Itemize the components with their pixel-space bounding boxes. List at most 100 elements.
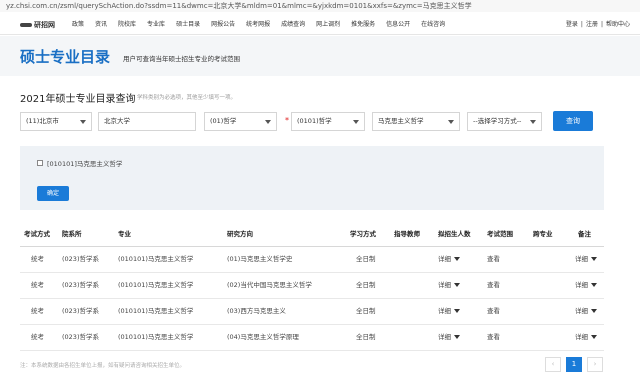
next-page-button[interactable]: › [587, 357, 603, 372]
remarks-detail-dropdown[interactable]: 详细 [575, 325, 597, 350]
caret-down-icon [454, 309, 460, 313]
enrollment-detail-dropdown[interactable]: 详细 [438, 299, 460, 324]
results-table: 考试方式 院系所 专业 研究方向 学习方式 指导教师 拟招生人数 考试范围 跨专… [20, 222, 604, 351]
required-mark: * [285, 116, 289, 125]
cell-major: (010101)马克思主义哲学 [118, 307, 194, 315]
enrollment-detail-label: 详细 [438, 333, 451, 341]
table-row: 统考 (023)哲学系 (010101)马克思主义哲学 (02)当代中国马克思主… [20, 273, 604, 299]
header-department: 院系所 [62, 230, 82, 238]
header-study-mode: 学习方式 [350, 230, 376, 238]
cell-research-direction: (04)马克思主义哲学原理 [227, 333, 299, 341]
cell-department: (023)哲学系 [62, 307, 99, 315]
remarks-detail-label: 详细 [575, 281, 588, 289]
caret-down-icon [591, 309, 597, 313]
major-checkbox-label[interactable]: [010101]马克思主义哲学 [47, 158, 122, 168]
user-links: 登录 | 注册 | 帮助中心 [563, 15, 630, 35]
nav-item-school-library[interactable]: 院校库 [118, 15, 136, 35]
top-navigation: 研招网 政策 资讯 院校库 专业库 硕士目录 网报公告 统考网报 成绩查询 网上… [0, 15, 640, 35]
page-1-button[interactable]: 1 [566, 357, 582, 372]
cell-research-direction: (03)西方马克思主义 [227, 307, 286, 315]
table-row: 统考 (023)哲学系 (010101)马克思主义哲学 (04)马克思主义哲学原… [20, 325, 604, 351]
remarks-detail-dropdown[interactable]: 详细 [575, 247, 597, 272]
exam-scope-view-link[interactable]: 查看 [487, 247, 500, 272]
enrollment-detail-label: 详细 [438, 281, 451, 289]
separator: | [600, 21, 603, 28]
exam-scope-view-link[interactable]: 查看 [487, 325, 500, 350]
enrollment-detail-dropdown[interactable]: 详细 [438, 247, 460, 272]
register-link[interactable]: 注册 [586, 15, 598, 35]
header-remarks: 备注 [578, 230, 591, 238]
cell-major: (010101)马克思主义哲学 [118, 255, 194, 263]
header-major: 专业 [118, 230, 131, 238]
caret-down-icon [591, 335, 597, 339]
category-select[interactable]: (01)哲学 [204, 112, 277, 131]
caret-down-icon [454, 335, 460, 339]
separator: | [580, 21, 583, 28]
help-center-link[interactable]: 帮助中心 [606, 15, 630, 35]
nav-item-score-query[interactable]: 成绩查询 [281, 15, 305, 35]
major-filter-panel: [010101]马克思主义哲学 确定 [20, 146, 604, 210]
cell-major: (010101)马克思主义哲学 [118, 333, 194, 341]
caret-down-icon [454, 283, 460, 287]
nav-item-info-disclosure[interactable]: 信息公开 [386, 15, 410, 35]
query-button[interactable]: 查询 [553, 111, 593, 131]
header-exam-method: 考试方式 [24, 230, 50, 238]
table-row: 统考 (023)哲学系 (010101)马克思主义哲学 (03)西方马克思主义 … [20, 299, 604, 325]
nav-item-policy[interactable]: 政策 [72, 15, 84, 35]
remarks-detail-label: 详细 [575, 333, 588, 341]
nav-item-online-consult[interactable]: 在线咨询 [421, 15, 445, 35]
cell-research-direction: (01)马克思主义哲学史 [227, 255, 293, 263]
page-subtitle: 用户可查询当年硕士招生专业的考试范围 [123, 55, 240, 63]
nav-item-online-adjustment[interactable]: 网上调剂 [316, 15, 340, 35]
header-supervisor: 指导教师 [394, 230, 420, 238]
remarks-detail-dropdown[interactable]: 详细 [575, 299, 597, 324]
major-select[interactable]: 马克思主义哲学 [372, 112, 460, 131]
cell-department: (023)哲学系 [62, 333, 99, 341]
nav-item-exam-registration[interactable]: 统考网报 [246, 15, 270, 35]
header-research-direction: 研究方向 [227, 230, 253, 238]
page-title: 硕士专业目录 [20, 48, 111, 66]
exam-scope-view-link[interactable]: 查看 [487, 299, 500, 324]
study-mode-select[interactable]: --选择学习方式-- [467, 112, 542, 131]
cell-research-direction: (02)当代中国马克思主义哲学 [227, 281, 312, 289]
enrollment-detail-dropdown[interactable]: 详细 [438, 325, 460, 350]
header-exam-scope: 考试范围 [487, 230, 513, 238]
province-select[interactable]: (11)北京市 [20, 112, 92, 131]
remarks-detail-label: 详细 [575, 255, 588, 263]
query-hint: 学科类别为必选项，其他至少填写一项。 [137, 95, 237, 101]
caret-down-icon [591, 257, 597, 261]
nav-item-news[interactable]: 资讯 [95, 15, 107, 35]
nav-item-registration-notice[interactable]: 网报公告 [211, 15, 235, 35]
remarks-detail-dropdown[interactable]: 详细 [575, 273, 597, 298]
enrollment-detail-label: 详细 [438, 255, 451, 263]
query-title: 2021年硕士专业目录查询 [20, 94, 136, 105]
footer-note: 注：本系统数据由各招生单位上报，如有疑问请咨询相关招生单位。 [20, 363, 186, 369]
address-bar[interactable]: yz.chsi.com.cn/zsml/querySchAction.do?ss… [0, 0, 640, 12]
nav-item-master-catalog[interactable]: 硕士目录 [176, 15, 200, 35]
exam-scope-view-link[interactable]: 查看 [487, 273, 500, 298]
login-link[interactable]: 登录 [566, 15, 578, 35]
table-row: 统考 (023)哲学系 (010101)马克思主义哲学 (01)马克思主义哲学史… [20, 247, 604, 273]
cell-study-mode: 全日制 [356, 333, 376, 341]
cell-department: (023)哲学系 [62, 255, 99, 263]
cell-exam-method: 统考 [31, 255, 44, 263]
major-checkbox[interactable] [37, 160, 43, 166]
school-input[interactable]: 北京大学 [98, 112, 196, 131]
enrollment-detail-label: 详细 [438, 307, 451, 315]
caret-down-icon [454, 257, 460, 261]
nav-item-recommendation[interactable]: 推免服务 [351, 15, 375, 35]
site-logo[interactable]: 研招网 [20, 19, 62, 31]
discipline-select[interactable]: (0101)哲学 [291, 112, 365, 131]
confirm-button[interactable]: 确定 [37, 186, 69, 201]
header-enrollment: 拟招生人数 [438, 230, 471, 238]
cell-major: (010101)马克思主义哲学 [118, 281, 194, 289]
page-header: 硕士专业目录 用户可查询当年硕士招生专业的考试范围 [0, 36, 640, 76]
cell-exam-method: 统考 [31, 333, 44, 341]
cell-study-mode: 全日制 [356, 255, 376, 263]
header-cross-major: 跨专业 [533, 230, 553, 238]
cell-department: (023)哲学系 [62, 281, 99, 289]
nav-item-major-library[interactable]: 专业库 [147, 15, 165, 35]
table-header: 考试方式 院系所 专业 研究方向 学习方式 指导教师 拟招生人数 考试范围 跨专… [20, 222, 604, 247]
prev-page-button[interactable]: ‹ [545, 357, 561, 372]
enrollment-detail-dropdown[interactable]: 详细 [438, 273, 460, 298]
